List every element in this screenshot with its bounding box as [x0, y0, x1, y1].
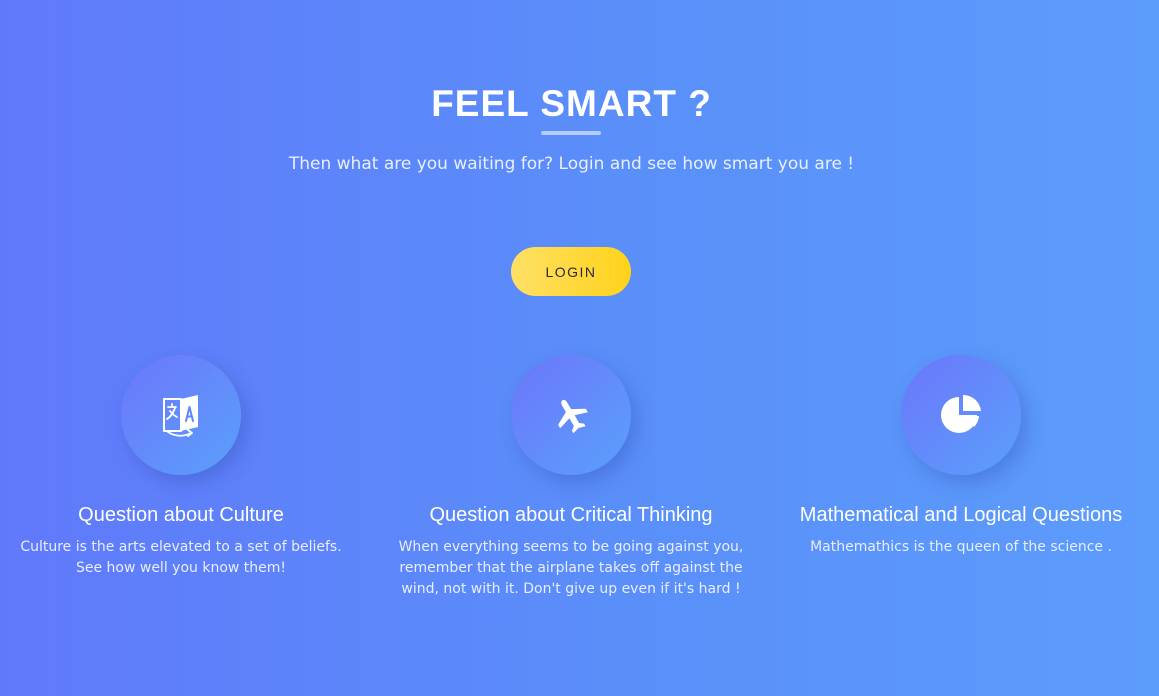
feature-title: Question about Critical Thinking — [429, 504, 713, 526]
feature-math-logic: Mathematical and Logical Questions Mathe… — [771, 355, 1151, 558]
feature-description: When everything seems to be going agains… — [398, 539, 744, 597]
feature-icon-circle — [511, 355, 631, 475]
feature-title: Question about Culture — [78, 504, 284, 526]
feature-culture: Question about Culture Culture is the ar… — [0, 355, 371, 579]
feature-description: Mathemathics is the queen of the science… — [810, 539, 1112, 555]
feature-description: Culture is the arts elevated to a set of… — [20, 539, 342, 576]
login-button[interactable]: LOGIN — [511, 247, 631, 296]
language-translate-icon — [161, 393, 201, 437]
feature-icon-circle — [121, 355, 241, 475]
page-title: FEEL SMART ? — [431, 83, 712, 124]
airplane-icon — [551, 395, 591, 435]
pie-chart-icon — [939, 393, 983, 437]
feature-icon-circle — [901, 355, 1021, 475]
feature-title: Mathematical and Logical Questions — [799, 504, 1123, 526]
title-divider — [541, 131, 601, 135]
page-subtitle: Then what are you waiting for? Login and… — [288, 154, 855, 174]
feature-critical-thinking: Question about Critical Thinking When ev… — [381, 355, 761, 600]
